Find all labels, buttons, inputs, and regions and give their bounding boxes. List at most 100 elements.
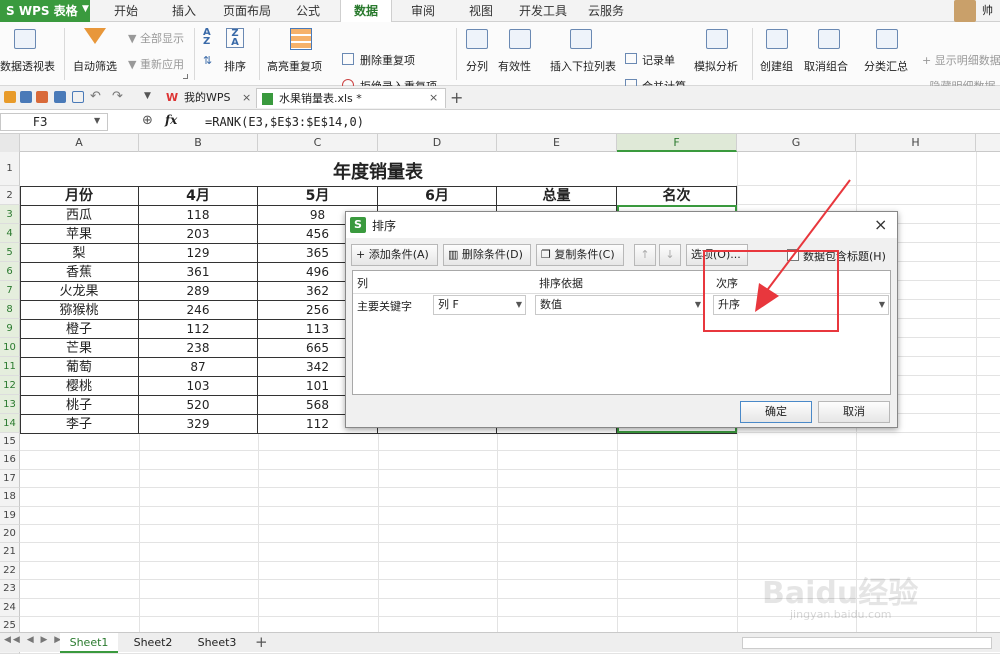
delete-condition-button[interactable]: ▥ 删除条件(D)	[443, 244, 531, 266]
cancel-button[interactable]: 取消	[818, 401, 890, 423]
table-header-cell[interactable]: 总量	[497, 187, 617, 206]
close-icon[interactable]: ×	[242, 91, 251, 104]
sort-column-select[interactable]: 列 F ▼	[433, 295, 526, 315]
table-header-cell[interactable]: 6月	[378, 187, 497, 206]
add-sheet-plus-icon[interactable]: +	[255, 633, 268, 651]
add-condition-button[interactable]: + 添加条件(A)	[351, 244, 438, 266]
fx-icon[interactable]: fx	[165, 113, 177, 127]
menu-home[interactable]: 开始	[102, 0, 150, 22]
close-icon[interactable]: ×	[874, 215, 887, 234]
column-header[interactable]: D	[378, 134, 497, 152]
show-all-button[interactable]: ▼ 全部显示	[128, 30, 184, 46]
save-icon[interactable]	[20, 91, 32, 103]
ungroup-button[interactable]: 取消组合	[804, 58, 848, 74]
tab-workbook[interactable]: 水果销量表.xls *	[256, 88, 446, 108]
name-box[interactable]: F3	[0, 113, 108, 131]
table-cell[interactable]: 520	[139, 396, 258, 415]
table-cell[interactable]: 苹果	[20, 225, 139, 244]
row-header[interactable]: 16	[0, 451, 20, 470]
menu-formula[interactable]: 公式	[284, 0, 332, 22]
close-icon[interactable]: ×	[429, 91, 438, 104]
record-form-button[interactable]: 记录单	[642, 52, 675, 68]
table-cell[interactable]: 樱桃	[20, 377, 139, 396]
move-down-icon[interactable]: ↓	[659, 244, 681, 266]
row-header[interactable]: 21	[0, 543, 20, 562]
table-cell[interactable]: 橙子	[20, 320, 139, 339]
delete-duplicates-button[interactable]: 删除重复项	[360, 52, 415, 68]
create-group-button[interactable]: 创建组	[760, 58, 793, 74]
chevron-down-icon[interactable]: ▼	[94, 116, 100, 125]
customize-icon[interactable]: ▼	[144, 91, 151, 101]
menu-cloud[interactable]: 云服务	[580, 0, 632, 22]
table-cell[interactable]: 289	[139, 282, 258, 301]
row-header[interactable]: 5	[0, 243, 20, 262]
redo-icon[interactable]: ↷	[112, 89, 123, 104]
highlight-duplicates-button[interactable]: 高亮重复项	[267, 58, 322, 74]
column-header[interactable]: H	[856, 134, 976, 152]
new-tab-plus-icon[interactable]: +	[450, 88, 463, 107]
chevron-down-icon[interactable]: ▼	[82, 4, 92, 18]
insert-dropdown-button[interactable]: 插入下拉列表	[550, 58, 616, 74]
table-cell[interactable]: 118	[139, 206, 258, 225]
user-name[interactable]: 帅	[982, 0, 993, 22]
sort-button[interactable]: 排序	[224, 58, 246, 74]
sort-basis-select[interactable]: 数值 ▼	[535, 295, 705, 315]
autofilter-button[interactable]: 自动筛选	[73, 58, 117, 74]
row-header[interactable]: 9	[0, 319, 20, 338]
row-header[interactable]: 19	[0, 506, 20, 525]
table-cell[interactable]: 桃子	[20, 396, 139, 415]
row-header[interactable]: 22	[0, 561, 20, 581]
table-cell[interactable]: 112	[139, 320, 258, 339]
table-cell[interactable]: 129	[139, 244, 258, 263]
export-pdf-icon[interactable]	[36, 91, 48, 103]
table-header-cell[interactable]: 名次	[617, 187, 737, 206]
row-header[interactable]: 11	[0, 357, 20, 376]
table-cell[interactable]: 香蕉	[20, 263, 139, 282]
row-header[interactable]: 20	[0, 525, 20, 544]
table-cell[interactable]: 238	[139, 339, 258, 358]
subtotal-button[interactable]: 分类汇总	[864, 58, 908, 74]
text-to-columns-button[interactable]: 分列	[466, 58, 488, 74]
select-all-corner[interactable]	[0, 134, 20, 152]
table-cell[interactable]: 李子	[20, 415, 139, 434]
dialog-launcher-icon[interactable]	[183, 74, 188, 79]
column-header[interactable]: F	[617, 134, 737, 152]
ok-button[interactable]: 确定	[740, 401, 812, 423]
sheet-tab-3[interactable]: Sheet3	[188, 633, 246, 653]
sheet-tab-1[interactable]: Sheet1	[60, 633, 118, 653]
table-cell[interactable]: 361	[139, 263, 258, 282]
row-header[interactable]: 24	[0, 598, 20, 617]
row-header[interactable]: 18	[0, 488, 20, 507]
sort-ascending-icon[interactable]: AZ	[203, 28, 219, 47]
table-cell[interactable]: 203	[139, 225, 258, 244]
validity-button[interactable]: 有效性	[498, 58, 531, 74]
column-header[interactable]: E	[497, 134, 617, 152]
sort-descending-icon[interactable]: ZA	[226, 28, 244, 48]
table-cell[interactable]: 329	[139, 415, 258, 434]
row-header[interactable]: 3	[0, 205, 20, 224]
sheet-tab-2[interactable]: Sheet2	[124, 633, 182, 653]
table-cell[interactable]: 火龙果	[20, 282, 139, 301]
undo-icon[interactable]: ↶	[90, 89, 101, 104]
menu-insert[interactable]: 插入	[160, 0, 208, 22]
row-header[interactable]: 14	[0, 414, 20, 433]
table-cell[interactable]: 西瓜	[20, 206, 139, 225]
column-header[interactable]: G	[737, 134, 856, 152]
menu-view[interactable]: 视图	[456, 0, 506, 22]
show-detail-button[interactable]: + 显示明细数据	[922, 52, 1000, 68]
row-header[interactable]: 2	[0, 186, 20, 205]
formula-input[interactable]: =RANK(E3,$E$3:$E$14,0)	[205, 113, 364, 131]
zoom-icon[interactable]: ⊕	[142, 113, 153, 128]
open-icon[interactable]	[4, 91, 16, 103]
avatar[interactable]	[954, 0, 976, 22]
table-cell[interactable]: 246	[139, 301, 258, 320]
row-header[interactable]: 17	[0, 469, 20, 489]
row-header[interactable]: 4	[0, 224, 20, 243]
copy-condition-button[interactable]: ❐ 复制条件(C)	[536, 244, 624, 266]
table-cell[interactable]: 葡萄	[20, 358, 139, 377]
table-cell[interactable]: 猕猴桃	[20, 301, 139, 320]
table-cell[interactable]: 103	[139, 377, 258, 396]
app-logo[interactable]: S WPS 表格	[0, 0, 90, 22]
table-cell[interactable]: 87	[139, 358, 258, 377]
row-header[interactable]: 10	[0, 338, 20, 357]
